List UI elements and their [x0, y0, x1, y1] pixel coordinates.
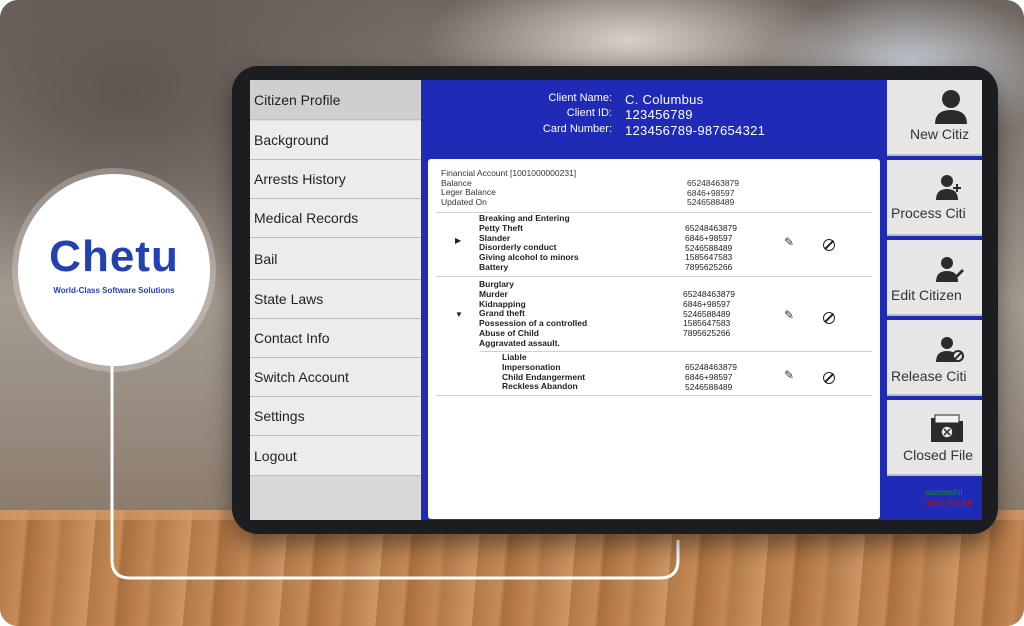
value-list: 65248463879 6846+98597 5246588489 — [685, 362, 737, 392]
process-citizen-button[interactable]: Process Citi — [887, 160, 982, 236]
list-item: Reckless Abandon — [502, 381, 578, 392]
client-id-label: Client ID: — [566, 107, 612, 119]
edit-citizen-label: Edit Citizen — [891, 287, 962, 303]
ban-icon[interactable] — [823, 239, 835, 251]
closed-file-button[interactable]: Closed File — [887, 400, 982, 476]
sidebar-item-label: Settings — [254, 408, 305, 424]
sidebar-item-state-laws[interactable]: State Laws — [250, 280, 421, 319]
sidebar-item-medical-records[interactable]: Medical Records — [250, 199, 421, 238]
brand-tagline: World-Class Software Solutions — [53, 286, 175, 295]
background-scene: Citizen Profile Background Arrests Histo… — [0, 0, 1024, 626]
sidebar-item-switch-account[interactable]: Switch Account — [250, 358, 421, 397]
expand-caret-icon[interactable]: ▶ — [455, 236, 461, 245]
sidebar-item-label: Bail — [254, 250, 278, 267]
value-list: 65248463879 6846+98597 5246588489 158564… — [683, 289, 735, 339]
sidebar-item-citizen-profile[interactable]: Citizen Profile — [250, 80, 421, 120]
sidebar-item-label: Logout — [254, 447, 297, 464]
divider — [436, 276, 872, 277]
sidebar-item-label: State Laws — [254, 291, 324, 307]
client-header: Client Name: C. Columbus Client ID: 123456… — [430, 92, 930, 152]
brand-logo: Chetu — [49, 232, 179, 281]
sidebar-item-background[interactable]: Background — [250, 121, 421, 160]
release-citizen-label: Release Citi — [891, 368, 967, 384]
new-citizen-button[interactable]: New Citiz — [887, 80, 982, 156]
process-citizen-label: Process Citi — [891, 205, 966, 221]
sidebar-item-bail[interactable]: Bail — [250, 238, 421, 280]
sidebar-spacer — [250, 476, 421, 520]
pencil-icon[interactable]: ✎ — [784, 308, 794, 322]
person-icon — [935, 90, 967, 124]
status-fail: unsuccessful — [925, 498, 972, 507]
closed-file-label: Closed File — [903, 447, 974, 463]
card-number: 123456789-987654321 — [625, 123, 766, 138]
updated-label: Updated On — [441, 196, 487, 207]
folder-close-icon — [931, 414, 963, 442]
person-block-icon — [936, 337, 964, 362]
sidebar-item-label: Switch Account — [254, 369, 349, 385]
app-screen: Citizen Profile Background Arrests Histo… — [250, 80, 982, 520]
person-edit-icon — [936, 257, 964, 282]
updated-value: 5246588489 — [687, 197, 735, 207]
offense-list: Liable Impersonation Child Endangerment … — [502, 352, 585, 392]
offense-list: Breaking and Entering Petty Theft Slande… — [479, 213, 579, 273]
client-id: 123456789 — [625, 107, 693, 122]
sidebar-item-label: Arrests History — [254, 171, 346, 187]
sidebar-item-label: Contact Info — [254, 330, 330, 346]
account-values: 65248463879 6846+98597 5246588489 — [687, 178, 739, 208]
pencil-icon[interactable]: ✎ — [784, 235, 794, 249]
list-value: 7895625266 — [685, 262, 733, 273]
list-item: Aggravated assault. — [479, 337, 560, 348]
record-subgroup: Liable Impersonation Child Endangerment … — [428, 351, 880, 397]
sidebar-item-settings[interactable]: Settings — [250, 397, 421, 436]
edit-citizen-button[interactable]: Edit Citizen — [887, 240, 982, 316]
record-group: Breaking and Entering Petty Theft Slande… — [428, 212, 880, 274]
sidebar-item-arrests-history[interactable]: Arrests History — [250, 160, 421, 199]
ban-icon[interactable] — [823, 372, 835, 384]
list-value: 5246588489 — [685, 381, 733, 392]
person-add-icon — [936, 175, 961, 200]
sidebar: Citizen Profile Background Arrests Histo… — [250, 80, 421, 520]
ban-icon[interactable] — [823, 312, 835, 324]
release-citizen-button[interactable]: Release Citi — [887, 320, 982, 396]
value-list: 65248463879 6846+98597 5246588489 158564… — [685, 223, 737, 273]
new-citizen-label: New Citiz — [910, 126, 970, 142]
list-value: 7895625266 — [683, 328, 731, 339]
sidebar-item-logout[interactable]: Logout — [250, 436, 421, 476]
collapse-caret-icon[interactable]: ▼ — [455, 310, 463, 319]
list-item: Battery — [479, 261, 509, 272]
pencil-icon[interactable]: ✎ — [784, 368, 794, 382]
records-card: Financial Account [1001000000231] Balanc… — [428, 159, 880, 519]
divider — [436, 395, 872, 396]
client-name: C. Columbus — [625, 92, 704, 107]
client-name-label: Client Name: — [548, 92, 612, 104]
record-group: Burglary Murder Kidnapping Grand theft P… — [428, 276, 880, 348]
sidebar-item-contact-info[interactable]: Contact Info — [250, 319, 421, 358]
sidebar-item-label: Citizen Profile — [254, 91, 341, 108]
offense-list: Burglary Murder Kidnapping Grand theft P… — [479, 279, 587, 349]
card-number-label: Card Number: — [542, 123, 612, 135]
sidebar-item-label: Background — [254, 132, 329, 148]
account-labels: Financial Account [1001000000231] Balanc… — [441, 168, 576, 207]
divider — [480, 351, 872, 352]
status-success: successful — [925, 488, 963, 497]
sidebar-item-label: Medical Records — [254, 210, 359, 226]
